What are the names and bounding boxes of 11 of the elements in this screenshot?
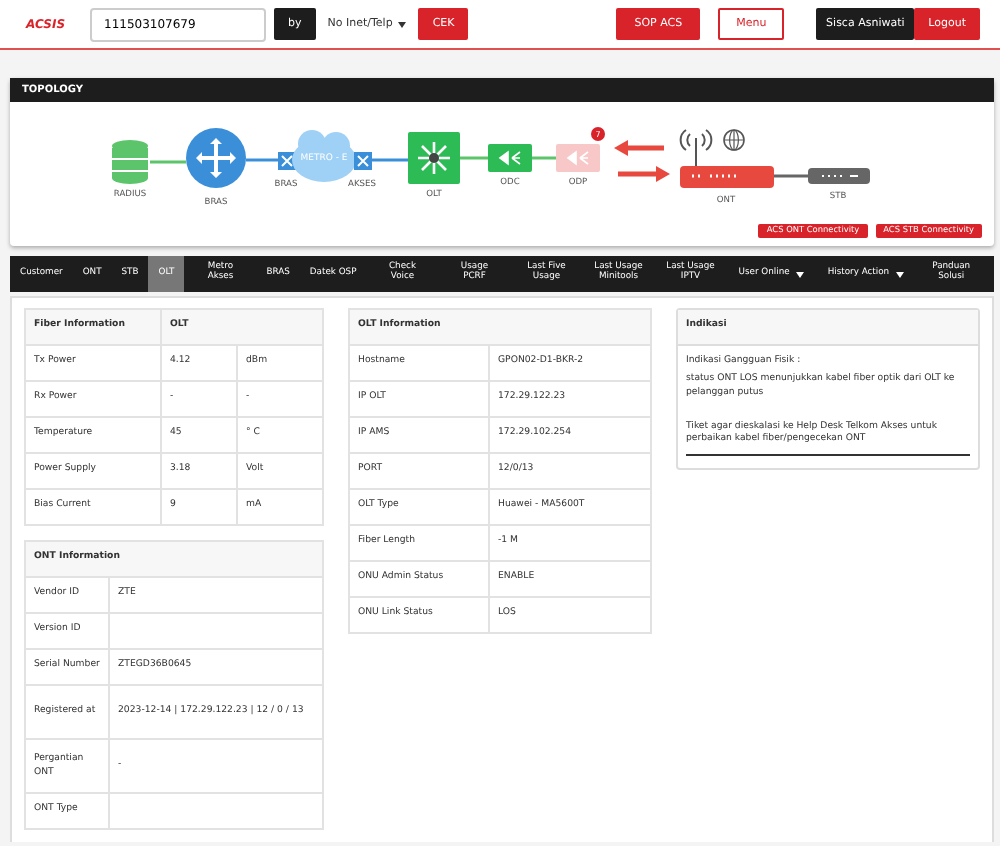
connector-line [774,174,808,178]
globe-icon [723,129,745,151]
connector-line [532,156,556,160]
right-arrow-icon [618,166,670,182]
connector-line [246,158,278,162]
connector-line [150,160,186,164]
left-arrow-icon [614,140,664,156]
antenna-icon [679,129,713,167]
caret-icon [398,21,407,27]
connector-line [370,158,408,162]
connector-line [460,156,488,160]
